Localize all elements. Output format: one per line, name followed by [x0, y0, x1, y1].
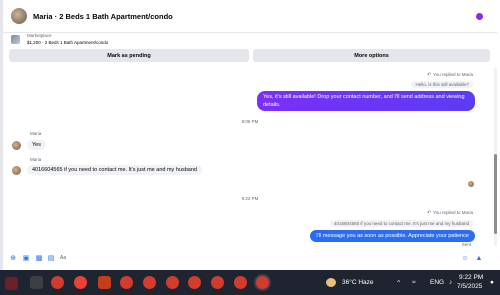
reply-icon: ↶ — [426, 210, 432, 216]
volume-icon[interactable]: ♪ — [449, 279, 452, 286]
incoming-message[interactable]: Yes — [27, 140, 46, 150]
reply-icon: ↶ — [426, 72, 432, 78]
message-composer: ⊕ ▣ ▩ ▤ Aa ☺ ▲ — [3, 252, 497, 268]
chrome-active-icon[interactable] — [256, 276, 269, 289]
language-indicator[interactable]: ENG — [430, 279, 444, 286]
app-icon[interactable] — [74, 276, 87, 289]
listing-summary[interactable]: Marketplace $1,200 · 2 Beds 1 Bath Apart… — [3, 32, 497, 48]
message-thread[interactable]: ↶ You replied to Maria Hello, is this sti… — [3, 66, 497, 248]
chrome-icon[interactable] — [143, 276, 156, 289]
sender-name: Maria — [30, 131, 42, 136]
reply-indicator-text: You replied to Maria — [433, 210, 473, 215]
scrollbar-thumb[interactable] — [494, 154, 497, 234]
emoji-icon[interactable]: ☺ — [461, 254, 469, 262]
outgoing-message[interactable]: I'll message you as soon as possible. Ap… — [310, 230, 475, 242]
sender-avatar[interactable] — [12, 141, 21, 150]
like-icon[interactable]: ▲ — [475, 254, 483, 262]
message-status: Sent — [461, 242, 471, 247]
chat-title[interactable]: Maria · 2 Beds 1 Bath Apartment/condo — [33, 12, 173, 21]
wifi-icon[interactable]: ≈ — [412, 279, 416, 286]
taskbar: 36°C Haze ⌃ ≈ ENG ♪ 9:22 PM 7/5/2025 ● — [0, 270, 500, 295]
timestamp: 9:06 PM — [241, 119, 259, 124]
notification-icon[interactable]: ● — [490, 279, 494, 286]
listing-description: $1,200 · 2 Beds 1 Bath Apartment/condo — [27, 40, 109, 45]
chrome-icon[interactable] — [166, 276, 179, 289]
tray-chevron-icon[interactable]: ⌃ — [396, 279, 401, 287]
weather-text[interactable]: 36°C Haze — [342, 279, 374, 286]
reply-indicator-text: You replied to Maria — [433, 72, 473, 77]
quoted-message: 4016604565 if you need to contact me. It… — [330, 220, 473, 227]
listing-source: Marketplace — [27, 33, 52, 38]
bicycle-widget-icon[interactable] — [5, 277, 18, 290]
gif-icon[interactable]: ▤ — [47, 254, 55, 262]
outgoing-message[interactable]: Yes, it's still available! Drop your con… — [257, 91, 475, 111]
message-input[interactable]: Aa — [60, 253, 440, 263]
weather-icon[interactable] — [326, 278, 336, 287]
listing-actions: Mark as pending More options — [3, 49, 497, 63]
chat-header: Maria · 2 Beds 1 Bath Apartment/condo — [3, 0, 497, 33]
chrome-icon[interactable] — [211, 276, 224, 289]
mark-as-pending-button[interactable]: Mark as pending — [9, 49, 249, 62]
quoted-message: Hello, is this still available? — [411, 81, 473, 88]
reply-indicator: ↶ You replied to Maria — [427, 72, 473, 78]
more-options-button[interactable]: More options — [253, 49, 490, 62]
chrome-icon[interactable] — [120, 276, 133, 289]
seen-indicator-avatar — [468, 181, 474, 187]
file-explorer-icon[interactable] — [30, 276, 43, 289]
sender-avatar[interactable] — [12, 166, 21, 175]
clock-date[interactable]: 7/5/2025 — [457, 283, 482, 290]
chrome-icon[interactable] — [51, 276, 64, 289]
reply-indicator: ↶ You replied to Maria — [427, 210, 473, 216]
sticker-icon[interactable]: ▩ — [35, 254, 43, 262]
wps-office-icon[interactable] — [98, 276, 111, 289]
sender-name: Maria — [30, 157, 42, 162]
incoming-message[interactable]: 4016604565 if you need to contact me. It… — [27, 165, 202, 175]
timestamp: 9:22 PM — [241, 196, 259, 201]
chrome-icon[interactable] — [234, 276, 247, 289]
listing-thumbnail[interactable] — [11, 35, 20, 44]
clock-time[interactable]: 9:22 PM — [459, 274, 483, 281]
plus-icon[interactable]: ⊕ — [9, 254, 17, 262]
image-icon[interactable]: ▣ — [22, 254, 30, 262]
more-menu-icon[interactable] — [476, 13, 483, 20]
chrome-icon[interactable] — [188, 276, 201, 289]
avatar[interactable] — [11, 8, 27, 24]
